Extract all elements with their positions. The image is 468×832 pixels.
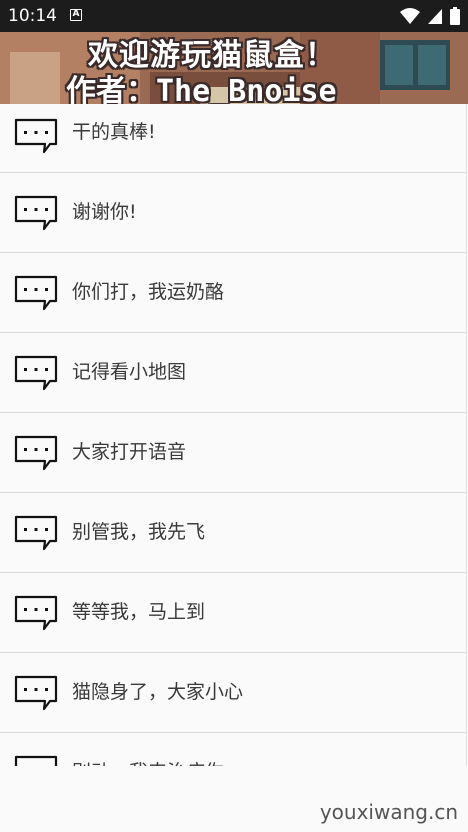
phrase-item[interactable]: 别动，我来治疗你 xyxy=(0,733,466,766)
chat-bubble-icon xyxy=(14,755,58,766)
header-banner: 欢迎游玩猫鼠盒！ 作者：The_Bnoise xyxy=(0,32,468,104)
phrase-label: 别管我，我先飞 xyxy=(72,521,206,543)
phrase-item[interactable]: 你们打，我运奶酪 xyxy=(0,253,466,333)
phrase-label: 谢谢你! xyxy=(72,201,137,223)
phrase-item[interactable]: 谢谢你! xyxy=(0,173,466,253)
status-time: 10:14 xyxy=(8,6,57,26)
status-icons xyxy=(398,7,460,25)
chat-bubble-icon xyxy=(14,118,58,154)
phrase-item[interactable]: 干的真棒! xyxy=(0,104,466,173)
status-bar: 10:14 A xyxy=(0,0,468,32)
phrase-label: 猫隐身了，大家小心 xyxy=(72,681,244,703)
chat-bubble-icon xyxy=(14,675,58,710)
cell-signal-icon xyxy=(427,9,442,24)
banner-author-text: 作者：The_Bnoise xyxy=(66,74,337,104)
phrase-item[interactable]: 等等我，马上到 xyxy=(0,573,466,653)
watermark-text: youxiwang.cn xyxy=(319,800,458,824)
chat-bubble-icon xyxy=(14,515,58,550)
chat-bubble-icon xyxy=(14,435,58,470)
phrase-label: 干的真棒! xyxy=(72,121,156,143)
phrase-label: 别动，我来治疗你 xyxy=(72,733,224,766)
wifi-icon xyxy=(399,8,420,24)
phrase-list[interactable]: 干的真棒! 谢谢你! 你们打，我运奶酪 记得看小地图 大家打开语音 别管我，我先… xyxy=(0,104,467,766)
chat-bubble-icon xyxy=(14,355,58,390)
chat-bubble-icon xyxy=(14,195,58,230)
phrase-item[interactable]: 别管我，我先飞 xyxy=(0,493,466,573)
phrase-item[interactable]: 记得看小地图 xyxy=(0,333,466,413)
notification-a-icon: A xyxy=(70,9,82,21)
phrase-label: 大家打开语音 xyxy=(72,441,187,463)
phrase-item[interactable]: 大家打开语音 xyxy=(0,413,466,493)
phrase-label: 你们打，我运奶酪 xyxy=(72,281,225,303)
phrase-item[interactable]: 猫隐身了，大家小心 xyxy=(0,653,466,733)
chat-bubble-icon xyxy=(14,275,58,310)
chat-bubble-icon xyxy=(14,595,58,630)
battery-icon xyxy=(450,7,460,25)
phrase-label: 记得看小地图 xyxy=(72,361,187,383)
phrase-label: 等等我，马上到 xyxy=(72,601,206,623)
